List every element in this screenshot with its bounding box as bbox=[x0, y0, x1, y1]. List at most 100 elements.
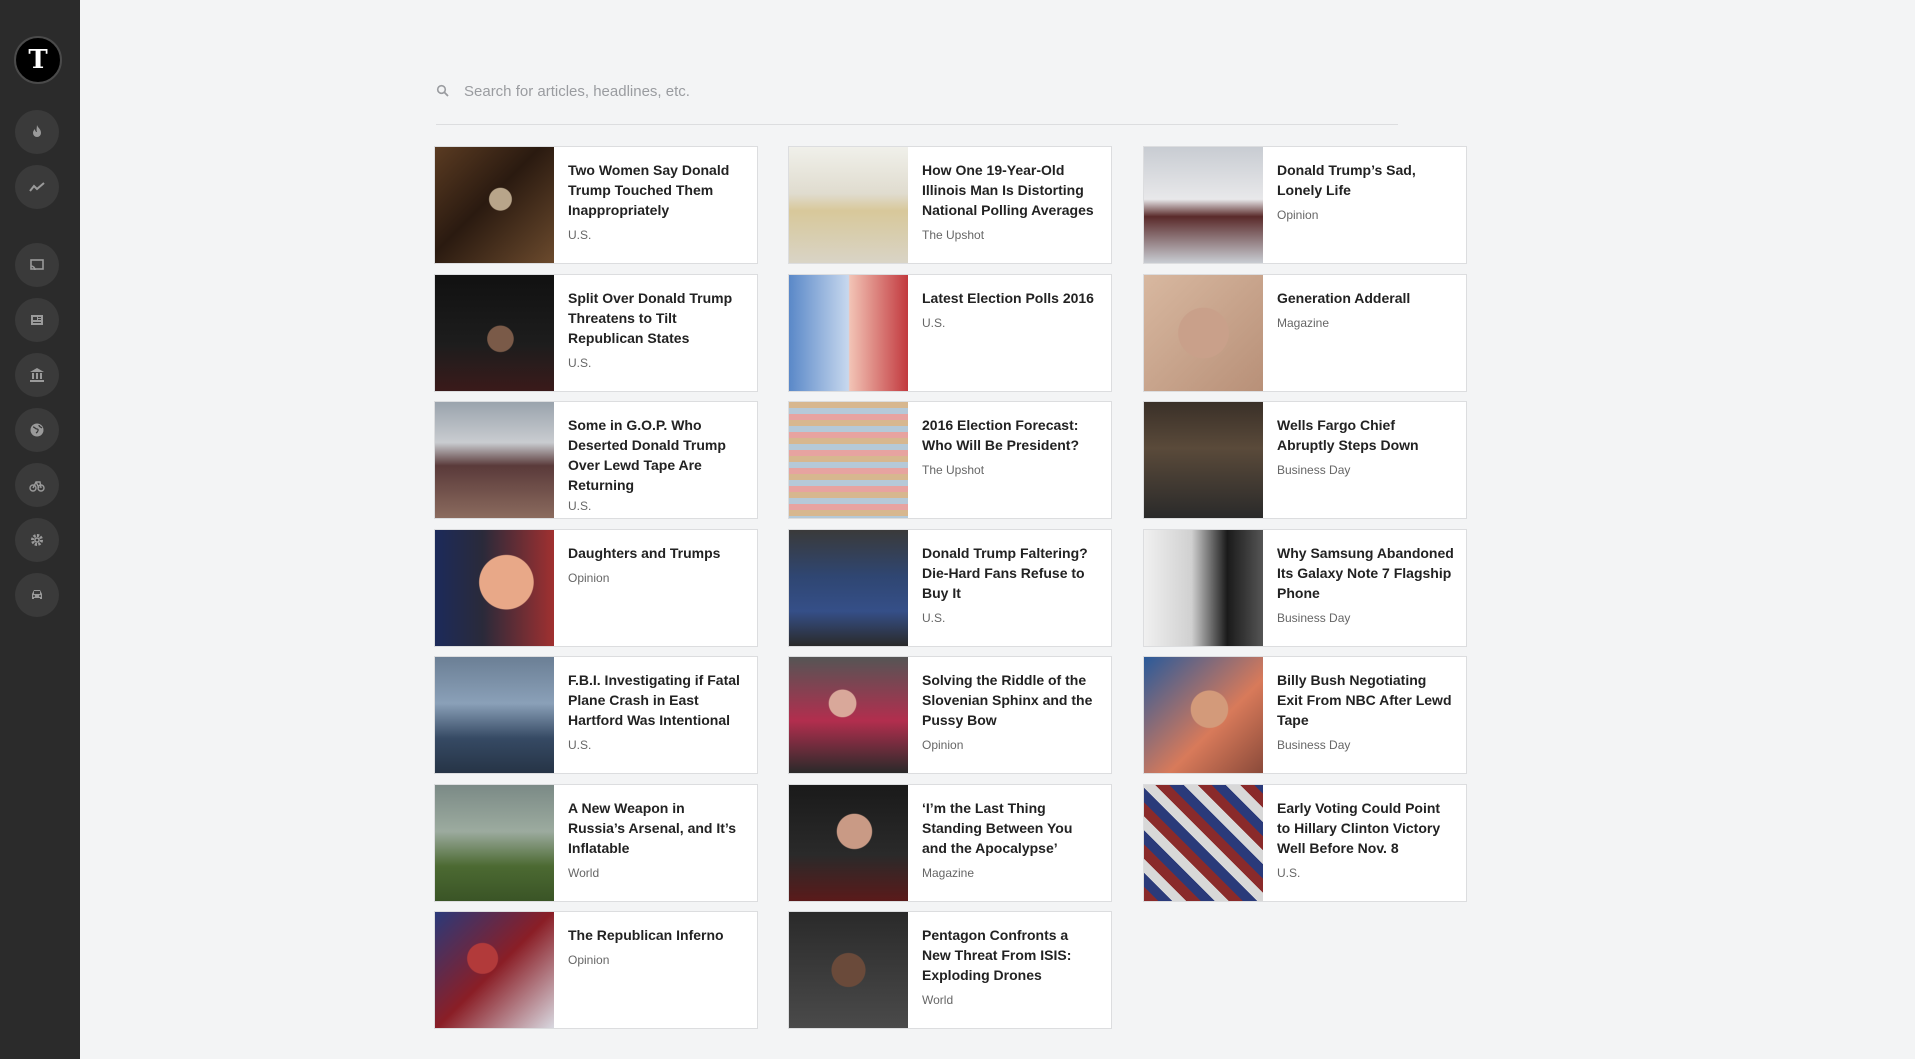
article-thumbnail bbox=[435, 785, 554, 901]
article-section: U.S. bbox=[568, 228, 592, 242]
bank-icon bbox=[30, 368, 44, 382]
article-thumbnail bbox=[1144, 147, 1263, 263]
article-card[interactable]: Donald Trump’s Sad, Lonely Life Opinion bbox=[1143, 146, 1467, 264]
article-section: The Upshot bbox=[922, 228, 985, 242]
article-thumbnail bbox=[789, 275, 908, 391]
search-bar bbox=[436, 70, 1398, 125]
bicycle-icon bbox=[29, 481, 45, 492]
article-headline: 2016 Election Forecast: Who Will Be Pres… bbox=[922, 417, 1079, 453]
sidebar-item-news[interactable] bbox=[15, 298, 59, 342]
article-headline: Split Over Donald Trump Threatens to Til… bbox=[568, 290, 733, 346]
article-section: The Upshot bbox=[922, 463, 985, 477]
article-headline: Billy Bush Negotiating Exit From NBC Aft… bbox=[1277, 672, 1452, 728]
car-icon bbox=[32, 590, 42, 599]
article-card[interactable]: Daughters and Trumps Opinion bbox=[434, 529, 758, 647]
article-section: U.S. bbox=[568, 356, 592, 370]
article-section: Opinion bbox=[922, 738, 964, 752]
article-thumbnail bbox=[435, 657, 554, 773]
article-thumbnail bbox=[789, 657, 908, 773]
article-section: U.S. bbox=[1277, 866, 1301, 880]
sidebar-item-trending[interactable] bbox=[15, 110, 59, 154]
nyt-logo[interactable]: T bbox=[14, 36, 62, 84]
article-headline: Generation Adderall bbox=[1277, 290, 1411, 306]
article-thumbnail bbox=[789, 147, 908, 263]
gear-icon bbox=[31, 534, 43, 546]
article-section: World bbox=[922, 993, 954, 1007]
article-headline: Donald Trump Faltering? Die-Hard Fans Re… bbox=[922, 545, 1088, 601]
article-card[interactable]: Why Samsung Abandoned Its Galaxy Note 7 … bbox=[1143, 529, 1467, 647]
article-thumbnail bbox=[435, 530, 554, 646]
sidebar-item-settings[interactable] bbox=[15, 518, 59, 562]
article-headline: Solving the Riddle of the Slovenian Sphi… bbox=[922, 672, 1093, 728]
article-headline: Latest Election Polls 2016 bbox=[922, 290, 1094, 306]
article-headline: A New Weapon in Russia’s Arsenal, and It… bbox=[568, 800, 737, 856]
article-section: Business Day bbox=[1277, 463, 1351, 477]
sidebar-item-cast[interactable] bbox=[15, 243, 59, 287]
article-card[interactable]: Billy Bush Negotiating Exit From NBC Aft… bbox=[1143, 656, 1467, 774]
article-section: Business Day bbox=[1277, 611, 1351, 625]
article-thumbnail bbox=[1144, 657, 1263, 773]
article-section: Magazine bbox=[922, 866, 975, 880]
line-chart-icon bbox=[29, 182, 45, 192]
article-card[interactable]: Two Women Say Donald Trump Touched Them … bbox=[434, 146, 758, 264]
article-card[interactable]: Donald Trump Faltering? Die-Hard Fans Re… bbox=[788, 529, 1112, 647]
article-card[interactable]: Pentagon Confronts a New Threat From ISI… bbox=[788, 911, 1112, 1029]
article-section: Opinion bbox=[568, 953, 610, 967]
article-card[interactable]: Generation Adderall Magazine bbox=[1143, 274, 1467, 392]
article-headline: Some in G.O.P. Who Deserted Donald Trump… bbox=[568, 417, 726, 493]
article-section: U.S. bbox=[922, 611, 946, 625]
article-headline: Daughters and Trumps bbox=[568, 545, 721, 561]
article-card[interactable]: ‘I’m the Last Thing Standing Between You… bbox=[788, 784, 1112, 902]
article-section: World bbox=[568, 866, 600, 880]
article-card[interactable]: Wells Fargo Chief Abruptly Steps Down Bus… bbox=[1143, 401, 1467, 519]
sidebar-item-autos[interactable] bbox=[15, 573, 59, 617]
sidebar-item-world[interactable] bbox=[15, 408, 59, 452]
article-headline: How One 19-Year-Old Illinois Man Is Dist… bbox=[922, 162, 1094, 218]
article-headline: Why Samsung Abandoned Its Galaxy Note 7 … bbox=[1277, 545, 1454, 601]
article-headline: Donald Trump’s Sad, Lonely Life bbox=[1277, 162, 1416, 198]
article-section: Magazine bbox=[1277, 316, 1330, 330]
sidebar: T bbox=[0, 0, 80, 1059]
article-thumbnail bbox=[435, 402, 554, 518]
article-card[interactable]: The Republican Inferno Opinion bbox=[434, 911, 758, 1029]
article-headline: Early Voting Could Point to Hillary Clin… bbox=[1277, 800, 1441, 856]
search-icon bbox=[436, 84, 449, 97]
article-section: Business Day bbox=[1277, 738, 1351, 752]
article-card[interactable]: A New Weapon in Russia’s Arsenal, and It… bbox=[434, 784, 758, 902]
article-headline: The Republican Inferno bbox=[568, 927, 724, 943]
article-headline: Pentagon Confronts a New Threat From ISI… bbox=[922, 927, 1072, 983]
article-card[interactable]: F.B.I. Investigating if Fatal Plane Cras… bbox=[434, 656, 758, 774]
article-section: U.S. bbox=[922, 316, 946, 330]
search-input[interactable] bbox=[462, 76, 1066, 106]
article-headline: Wells Fargo Chief Abruptly Steps Down bbox=[1277, 417, 1419, 453]
article-card[interactable]: Solving the Riddle of the Slovenian Sphi… bbox=[788, 656, 1112, 774]
article-card[interactable]: Some in G.O.P. Who Deserted Donald Trump… bbox=[434, 401, 758, 519]
cast-icon bbox=[30, 259, 44, 271]
article-thumbnail bbox=[1144, 530, 1263, 646]
article-thumbnail bbox=[435, 147, 554, 263]
article-thumbnail bbox=[789, 402, 908, 518]
sidebar-item-upshot[interactable] bbox=[15, 165, 59, 209]
logo-text: T bbox=[28, 45, 48, 75]
article-card[interactable]: Split Over Donald Trump Threatens to Til… bbox=[434, 274, 758, 392]
article-thumbnail bbox=[1144, 402, 1263, 518]
sidebar-item-sports[interactable] bbox=[15, 463, 59, 507]
article-headline: F.B.I. Investigating if Fatal Plane Cras… bbox=[568, 672, 740, 728]
newspaper-icon bbox=[31, 315, 43, 325]
article-section: Opinion bbox=[568, 571, 610, 585]
globe-icon bbox=[30, 423, 44, 437]
article-card[interactable]: 2016 Election Forecast: Who Will Be Pres… bbox=[788, 401, 1112, 519]
sidebar-item-politics[interactable] bbox=[15, 353, 59, 397]
article-card[interactable]: Early Voting Could Point to Hillary Clin… bbox=[1143, 784, 1467, 902]
article-card[interactable]: Latest Election Polls 2016 U.S. bbox=[788, 274, 1112, 392]
article-section: U.S. bbox=[568, 738, 592, 752]
article-thumbnail bbox=[789, 530, 908, 646]
article-thumbnail bbox=[1144, 275, 1263, 391]
article-headline: Two Women Say Donald Trump Touched Them … bbox=[568, 162, 730, 218]
flame-icon bbox=[33, 125, 41, 137]
article-thumbnail bbox=[435, 912, 554, 1028]
article-thumbnail bbox=[435, 275, 554, 391]
article-card[interactable]: How One 19-Year-Old Illinois Man Is Dist… bbox=[788, 146, 1112, 264]
article-thumbnail bbox=[789, 912, 908, 1028]
article-section: Opinion bbox=[1277, 208, 1319, 222]
